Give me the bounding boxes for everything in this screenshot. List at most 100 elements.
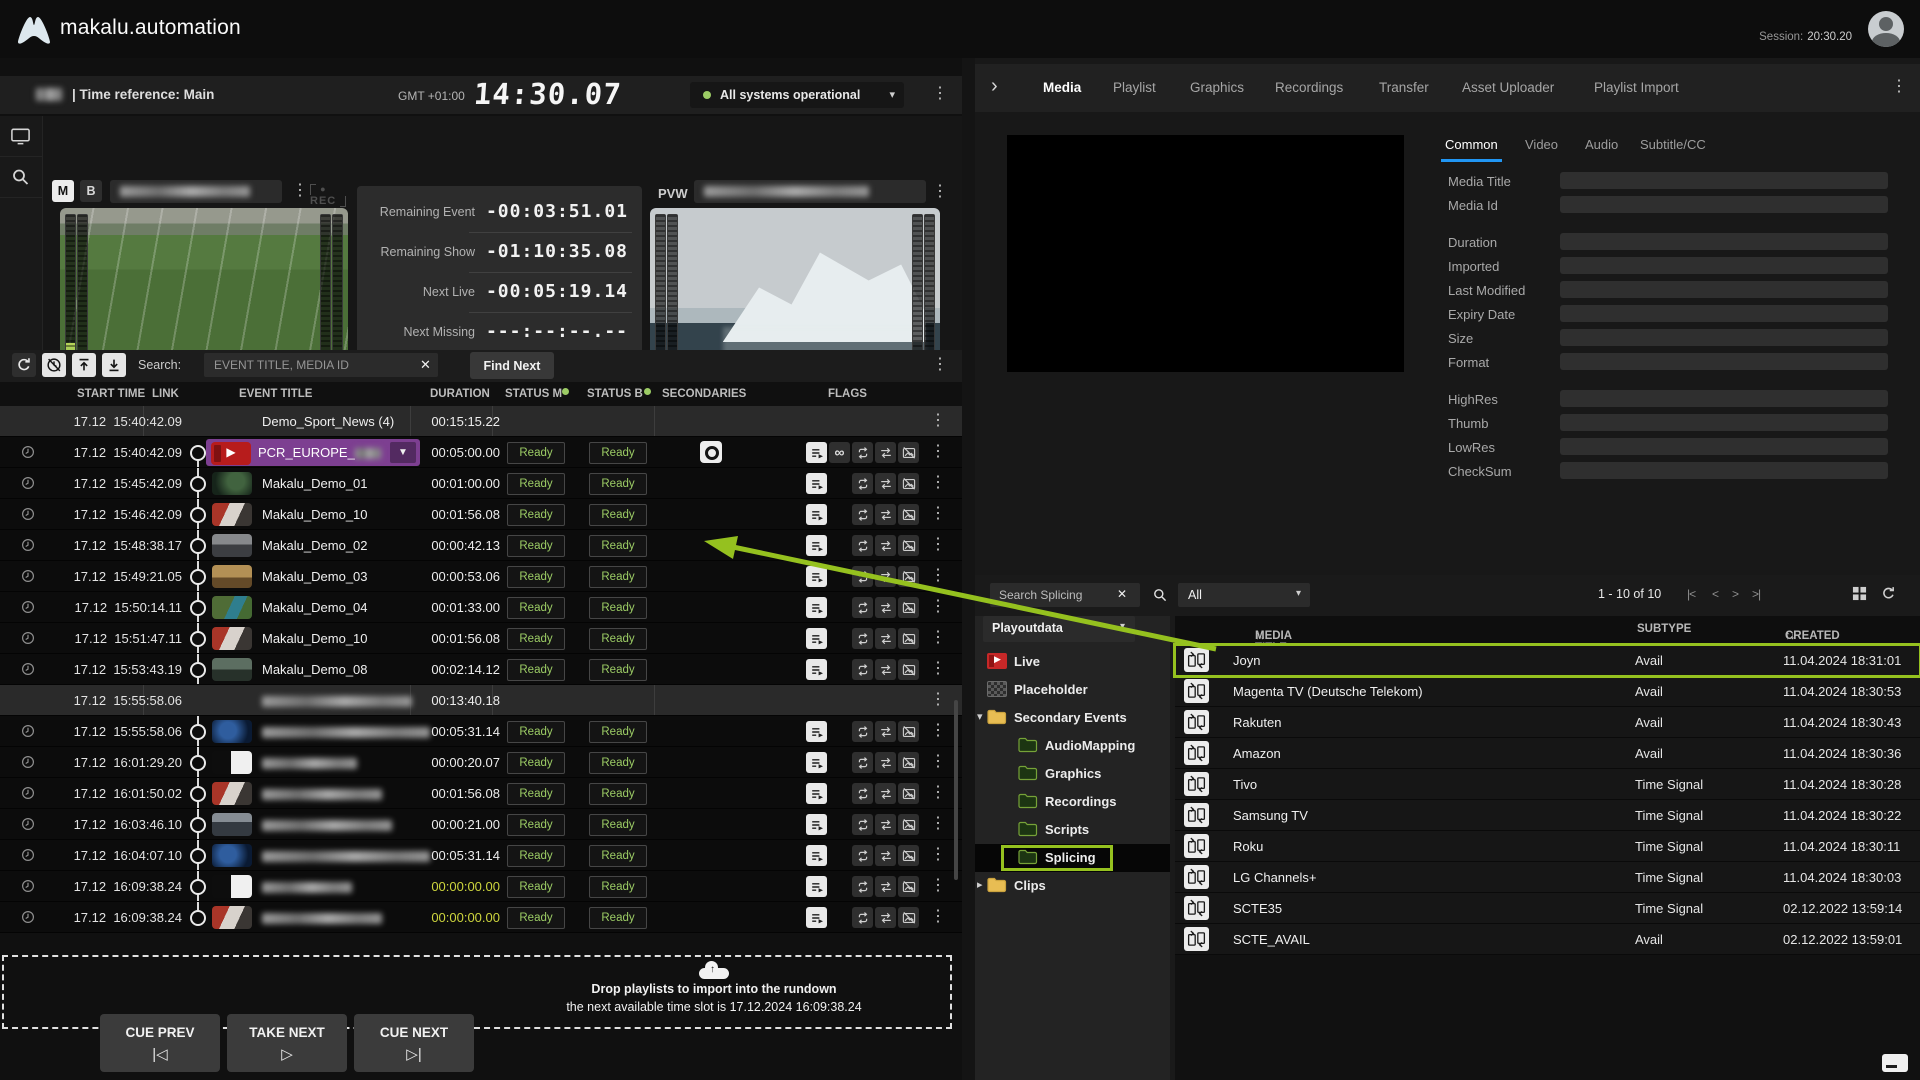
highres-field[interactable]	[1560, 390, 1888, 407]
find-next-button[interactable]: Find Next	[470, 352, 554, 379]
rundown-event-row[interactable]: 17.12 15:49:21.05 Makalu_Demo_03 00:00:53.…	[0, 561, 962, 592]
timeline-link-node[interactable]	[190, 755, 206, 771]
rundown-event-row[interactable]: 17.12 16:01:29.20 00:00:20.07 Ready Ready ⋮	[0, 747, 962, 778]
row-kebab-menu[interactable]: ⋮	[930, 599, 946, 615]
timeline-link-node[interactable]	[190, 538, 206, 554]
asset-row[interactable]: Joyn Avail 11.04.2024 18:31:01	[1173, 643, 1920, 678]
rundown-event-row[interactable]: 17.12 15:55:58.06 00:05:31.14 Ready Ready ⋮	[0, 716, 962, 747]
timeline-link-node[interactable]	[190, 817, 206, 833]
main-channel-badge[interactable]: M	[52, 180, 74, 202]
tree-item-splicing[interactable]: Splicing	[975, 844, 1170, 872]
flag-transition-icon[interactable]	[875, 783, 896, 804]
subtype-filter-dropdown[interactable]: All ▾	[1178, 583, 1310, 607]
collapse-panel-icon[interactable]: ›	[991, 75, 998, 98]
rundown-group-row[interactable]: 17.12 15:55:58.06 00:13:40.18 ⋮	[0, 685, 962, 716]
meta-tab-subtitle-cc[interactable]: Subtitle/CC	[1640, 137, 1706, 152]
flag-transition-icon[interactable]	[875, 752, 896, 773]
rec-indicator[interactable]: ● REC	[310, 183, 352, 207]
flag-no-image-icon[interactable]	[898, 659, 919, 680]
flag-playlist-icon[interactable]	[806, 876, 827, 897]
flag-transition-icon[interactable]	[875, 504, 896, 525]
timeline-link-node[interactable]	[190, 445, 206, 461]
rundown-toolbar-kebab-menu[interactable]: ⋮	[932, 357, 948, 373]
flag-no-image-icon[interactable]	[898, 721, 919, 742]
flag-loop-icon[interactable]	[852, 752, 873, 773]
flag-no-image-icon[interactable]	[898, 504, 919, 525]
row-kebab-menu[interactable]: ⋮	[930, 506, 946, 522]
flag-loop-icon[interactable]	[852, 504, 873, 525]
flag-playlist-icon[interactable]	[806, 659, 827, 680]
rundown-event-row[interactable]: 17.12 15:48:38.17 Makalu_Demo_02 00:00:42.…	[0, 530, 962, 561]
row-kebab-menu[interactable]: ⋮	[930, 878, 946, 894]
row-kebab-menu[interactable]: ⋮	[930, 692, 946, 708]
size-field[interactable]	[1560, 329, 1888, 346]
timeline-link-node[interactable]	[190, 910, 206, 926]
flag-no-image-icon[interactable]	[898, 535, 919, 556]
flag-playlist-icon[interactable]	[806, 442, 827, 463]
flag-infinity-icon[interactable]: ∞	[829, 442, 850, 463]
flag-no-image-icon[interactable]	[898, 876, 919, 897]
row-kebab-menu[interactable]: ⋮	[930, 444, 946, 460]
row-kebab-menu[interactable]: ⋮	[930, 723, 946, 739]
meta-tab-video[interactable]: Video	[1525, 137, 1558, 152]
scroll-to-top-button[interactable]	[72, 353, 96, 377]
timeline-link-node[interactable]	[190, 600, 206, 616]
chevron-down-icon[interactable]: ▾	[977, 710, 983, 723]
timeline-link-node[interactable]	[190, 662, 206, 678]
asset-tabs-kebab-menu[interactable]: ⋮	[1891, 79, 1907, 95]
flag-transition-icon[interactable]	[875, 628, 896, 649]
grid-view-icon[interactable]	[1852, 586, 1867, 601]
flag-playlist-icon[interactable]	[806, 628, 827, 649]
rundown-event-row[interactable]: 17.12 16:03:46.10 00:00:21.00 Ready Ready ⋮	[0, 809, 962, 840]
flag-transition-icon[interactable]	[875, 473, 896, 494]
flag-loop-icon[interactable]	[852, 628, 873, 649]
flag-no-image-icon[interactable]	[898, 473, 919, 494]
rundown-event-row[interactable]: 17.12 15:51:47.11 Makalu_Demo_10 00:01:56.…	[0, 623, 962, 654]
tab-playlist-import[interactable]: Playlist Import	[1594, 80, 1679, 95]
refresh-button[interactable]	[12, 353, 36, 377]
asset-row[interactable]: Amazon Avail 11.04.2024 18:30:36	[1175, 738, 1920, 769]
asset-row[interactable]: LG Channels+ Time Signal 11.04.2024 18:30:…	[1175, 862, 1920, 893]
asset-row[interactable]: Rakuten Avail 11.04.2024 18:30:43	[1175, 707, 1920, 738]
row-kebab-menu[interactable]: ⋮	[930, 661, 946, 677]
tree-item-live[interactable]: Live	[975, 648, 1170, 676]
flag-transition-icon[interactable]	[875, 442, 896, 463]
rundown-search-input[interactable]	[204, 353, 438, 377]
flag-loop-icon[interactable]	[852, 814, 873, 835]
clear-search-icon[interactable]: ✕	[420, 357, 431, 373]
flag-loop-icon[interactable]	[852, 876, 873, 897]
flag-playlist-icon[interactable]	[806, 814, 827, 835]
next-page-icon[interactable]: >	[1732, 587, 1739, 601]
flag-no-image-icon[interactable]	[898, 752, 919, 773]
media-id-field[interactable]	[1560, 196, 1888, 213]
first-page-icon[interactable]: |<	[1687, 587, 1696, 601]
rundown-event-row[interactable]: 17.12 16:09:38.24 00:00:00.00 Ready Ready ⋮	[0, 902, 962, 933]
flag-playlist-icon[interactable]	[806, 597, 827, 618]
search-icon[interactable]	[1152, 587, 1168, 603]
console-window-icon[interactable]	[1882, 1054, 1908, 1072]
flag-playlist-icon[interactable]	[806, 473, 827, 494]
flag-loop-icon[interactable]	[852, 473, 873, 494]
row-kebab-menu[interactable]: ⋮	[930, 754, 946, 770]
checksum-field[interactable]	[1560, 462, 1888, 479]
flag-no-image-icon[interactable]	[898, 628, 919, 649]
timeline-link-node[interactable]	[190, 724, 206, 740]
asset-row[interactable]: SCTE35 Time Signal 02.12.2022 13:59:14	[1175, 893, 1920, 924]
flag-loop-icon[interactable]	[852, 442, 873, 463]
asset-row[interactable]: SCTE_AVAIL Avail 02.12.2022 13:59:01	[1175, 924, 1920, 955]
row-kebab-menu[interactable]: ⋮	[930, 816, 946, 832]
flag-loop-icon[interactable]	[852, 845, 873, 866]
tree-item-scripts[interactable]: Scripts	[975, 816, 1170, 844]
meta-tab-audio[interactable]: Audio	[1585, 137, 1618, 152]
timeline-link-node[interactable]	[190, 786, 206, 802]
meta-tab-common[interactable]: Common	[1441, 137, 1502, 162]
timeline-link-node[interactable]	[190, 879, 206, 895]
event-dropdown-caret[interactable]: ▼	[390, 442, 416, 463]
flag-playlist-icon[interactable]	[806, 907, 827, 928]
flag-transition-icon[interactable]	[875, 597, 896, 618]
imported-field[interactable]	[1560, 257, 1888, 274]
flag-no-image-icon[interactable]	[898, 783, 919, 804]
format-field[interactable]	[1560, 353, 1888, 370]
last-page-icon[interactable]: >|	[1752, 587, 1761, 601]
row-kebab-menu[interactable]: ⋮	[930, 909, 946, 925]
